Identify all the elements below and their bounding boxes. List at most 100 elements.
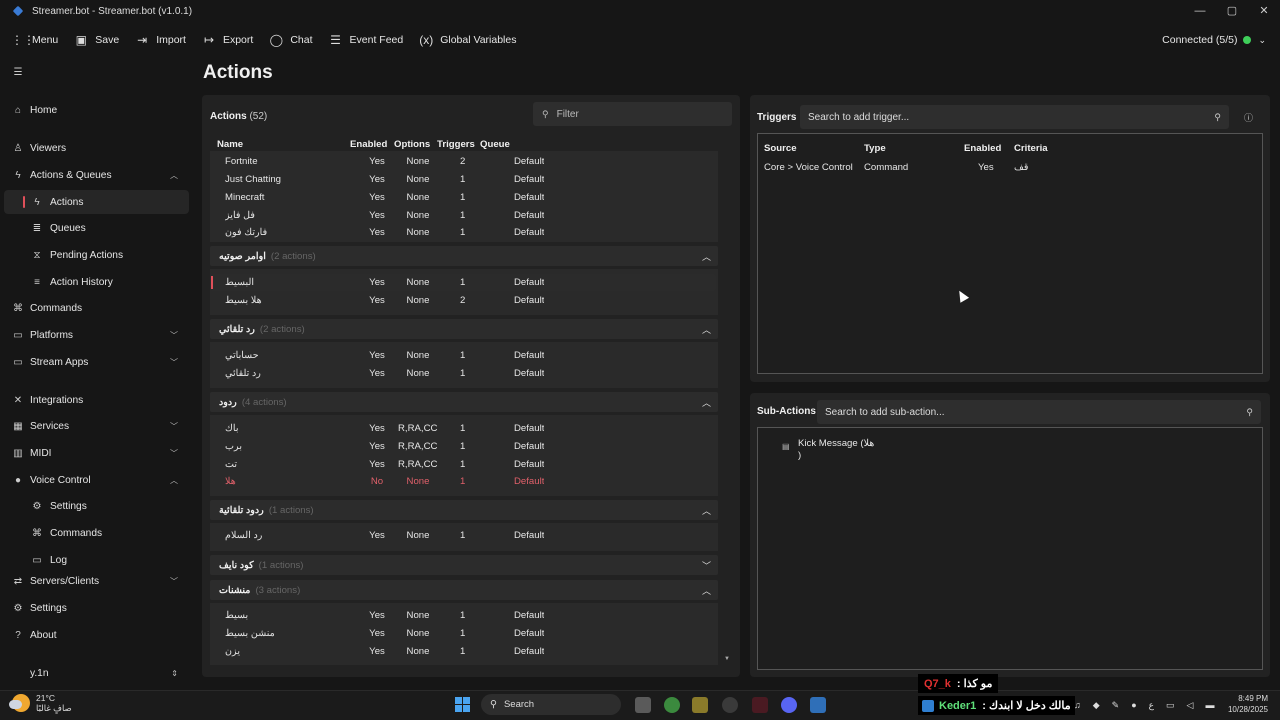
column-header-name[interactable]: Name — [217, 139, 243, 150]
discord-icon[interactable] — [781, 697, 797, 713]
trigger-criteria[interactable]: قف — [1014, 162, 1029, 173]
network-icon[interactable]: ▭ — [1166, 700, 1175, 711]
sidebar-item-voice-commands[interactable]: ⌘ Commands — [0, 521, 190, 545]
sidebar-item-platforms[interactable]: ▭ Platforms ﹀ — [0, 323, 190, 347]
trigger-enabled[interactable]: Yes — [978, 162, 994, 173]
table-row-disabled[interactable]: هلا No None 1 Default — [210, 473, 716, 490]
table-row-selected[interactable]: البسيط Yes None 1 Default — [210, 274, 716, 291]
sidebar-item-queues[interactable]: ≣ Queues — [0, 216, 190, 240]
sidebar-item-voice-log[interactable]: ▭ Log — [0, 548, 190, 572]
column-header-queue[interactable]: Queue — [480, 139, 510, 150]
settings-app-icon[interactable] — [722, 697, 738, 713]
table-row[interactable]: منشن بسيط Yes None 1 Default — [210, 625, 716, 642]
table-row[interactable]: Fortnite Yes None 2 Default — [210, 153, 716, 170]
table-row[interactable]: برب Yes R,RA,CC,E 1 Default — [210, 438, 716, 455]
sidebar-item-actions-queues[interactable]: ϟ Actions & Queues ︿ — [0, 163, 190, 187]
menu-button[interactable]: ⋮⋮ Menu — [11, 33, 58, 47]
sidebar-item-servers-clients[interactable]: ⇄ Servers/Clients ﹀ — [0, 574, 190, 588]
column-header-type[interactable]: Type — [864, 143, 886, 154]
sidebar-item-action-history[interactable]: ≡ Action History — [0, 270, 190, 294]
chevron-up-icon[interactable]: ︿ — [702, 584, 711, 597]
chrome-icon[interactable] — [664, 697, 680, 713]
group-header[interactable]: اوامر صوتيه (2 actions) ︿ — [210, 246, 718, 266]
table-row[interactable]: رد السلام Yes None 1 Default — [210, 527, 716, 544]
profile-selector[interactable]: y.1n ⇕ — [0, 661, 190, 685]
column-header-criteria[interactable]: Criteria — [1014, 143, 1048, 154]
chevron-up-icon[interactable]: ︿ — [702, 323, 711, 336]
trigger-search-input[interactable]: Search to add trigger... ⚲ — [800, 105, 1229, 129]
trigger-type[interactable]: Command — [864, 162, 908, 173]
steam-icon[interactable]: ◆ — [1093, 700, 1100, 711]
chat-button[interactable]: ◯ Chat — [269, 33, 313, 47]
column-header-enabled[interactable]: Enabled — [964, 143, 1001, 154]
table-row[interactable]: تت Yes R,RA,CC,E 1 Default — [210, 456, 716, 473]
export-button[interactable]: ↦ Export — [202, 33, 253, 47]
table-row[interactable]: Minecraft Yes None 1 Default — [210, 189, 716, 206]
sidebar-item-midi[interactable]: ▥ MIDI ﹀ — [0, 441, 190, 465]
trigger-source[interactable]: Core > Voice Control — [764, 162, 853, 173]
table-row[interactable]: بسيط Yes None 1 Default — [210, 607, 716, 624]
group-header[interactable]: منشنات (3 actions) ︿ — [210, 580, 718, 600]
column-header-triggers[interactable]: Triggers — [437, 139, 475, 150]
connection-status[interactable]: Connected (5/5) ⌄ — [1162, 34, 1266, 46]
sidebar-item-services[interactable]: ▦ Services ﹀ — [0, 414, 190, 438]
sidebar-item-voice-settings[interactable]: ⚙ Settings — [0, 494, 190, 518]
sidebar-item-commands[interactable]: ⌘ Commands — [0, 296, 190, 320]
sidebar-item-voice-control[interactable]: ● Voice Control ︿ — [0, 468, 190, 492]
event-feed-button[interactable]: ☰ Event Feed — [329, 33, 403, 47]
column-header-enabled[interactable]: Enabled — [350, 139, 387, 150]
chevron-down-icon[interactable]: ﹀ — [702, 559, 711, 572]
task-view-icon[interactable] — [635, 697, 651, 713]
sidebar-item-stream-apps[interactable]: ▭ Stream Apps ﹀ — [0, 350, 190, 374]
language-icon[interactable]: ع — [1149, 700, 1154, 711]
headset-icon[interactable]: ♫ — [1074, 700, 1081, 711]
maximize-button[interactable]: ▢ — [1216, 0, 1248, 22]
chevron-up-icon[interactable]: ︿ — [702, 504, 711, 517]
group-header-collapsed[interactable]: كود نايف (1 actions) ﹀ — [210, 555, 718, 575]
sidebar-toggle[interactable]: ☰ — [0, 60, 190, 84]
minimize-button[interactable]: — — [1184, 0, 1216, 22]
battery-icon[interactable]: ▬ — [1205, 700, 1214, 711]
sidebar-item-integrations[interactable]: ✕ Integrations — [0, 388, 190, 412]
pen-icon[interactable]: ✎ — [1112, 700, 1120, 711]
save-button[interactable]: ▣ Save — [74, 33, 120, 47]
app-icon[interactable] — [752, 697, 768, 713]
taskbar-search[interactable]: ⚲ Search — [481, 694, 621, 715]
chevron-up-icon[interactable]: ︿ — [702, 250, 711, 263]
table-row[interactable]: فل فايز Yes None 1 Default — [210, 207, 716, 224]
clock[interactable]: 8:49 PM 10/28/2025 — [1225, 693, 1268, 715]
table-row[interactable]: حساباتي Yes None 1 Default — [210, 347, 716, 364]
group-header[interactable]: رد تلقائي (2 actions) ︿ — [210, 319, 718, 339]
volume-icon[interactable]: ◁ — [1187, 700, 1194, 711]
sidebar-item-settings[interactable]: ⚙ Settings — [0, 596, 190, 620]
start-button[interactable] — [455, 697, 470, 712]
table-row[interactable]: باك Yes R,RA,CC,E 1 Default — [210, 420, 716, 437]
scroll-down-arrow-icon[interactable]: ▼ — [724, 656, 730, 662]
group-header[interactable]: ردود (4 actions) ︿ — [210, 392, 718, 412]
info-icon[interactable]: ⓘ — [1244, 111, 1253, 124]
sub-action-item[interactable]: ▤ Kick Message (هلا ) — [782, 438, 874, 462]
streamerbot-taskbar-icon[interactable] — [810, 697, 826, 713]
column-header-options[interactable]: Options — [394, 139, 430, 150]
sidebar-item-about[interactable]: ? About — [0, 623, 190, 647]
table-row[interactable]: يزن Yes None 1 Default — [210, 643, 716, 660]
table-row[interactable]: هلا بسيط Yes None 2 Default — [210, 292, 716, 309]
filter-input[interactable]: ⚲ Filter — [533, 102, 732, 126]
import-button[interactable]: ⇥ Import — [135, 33, 186, 47]
sidebar-item-viewers[interactable]: ♙ Viewers — [0, 136, 190, 160]
table-row[interactable]: فارتك فون Yes None 1 Default — [210, 224, 716, 241]
close-button[interactable]: ✕ — [1248, 0, 1280, 22]
app-icon[interactable] — [692, 697, 708, 713]
global-variables-button[interactable]: (x) Global Variables — [419, 33, 516, 47]
column-header-source[interactable]: Source — [764, 143, 797, 154]
group-header[interactable]: ردود تلقائية (1 actions) ︿ — [210, 500, 718, 520]
chevron-up-icon[interactable]: ︿ — [702, 396, 711, 409]
weather-widget[interactable]: 21°C صافٍ غالبًا — [9, 693, 72, 713]
sidebar-item-actions[interactable]: ϟ Actions — [4, 190, 189, 214]
sub-action-search-input[interactable]: Search to add sub-action... ⚲ — [817, 400, 1261, 424]
sidebar-item-pending-actions[interactable]: ⧖ Pending Actions — [0, 243, 190, 267]
table-row[interactable]: Just Chatting Yes None 1 Default — [210, 171, 716, 188]
sidebar-item-home[interactable]: ⌂ Home — [0, 98, 190, 122]
table-row[interactable]: رد تلقائي Yes None 1 Default — [210, 365, 716, 382]
microphone-icon[interactable]: ● — [1131, 700, 1136, 711]
